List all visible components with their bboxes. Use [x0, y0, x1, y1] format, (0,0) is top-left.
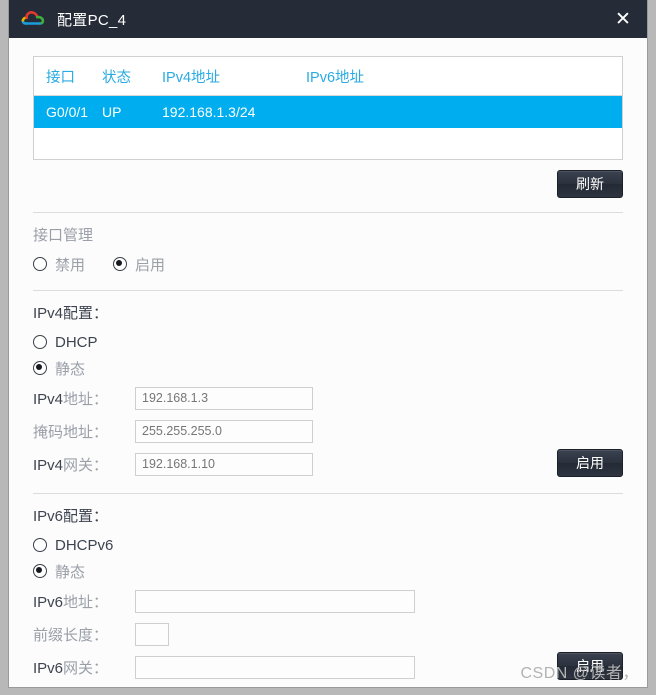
label-ipv4-gateway: IPv4网关：	[33, 456, 109, 474]
column-header-interface: 接口	[46, 69, 75, 86]
ipv4-gateway-input[interactable]	[135, 452, 313, 476]
dialog-body: 接口 状态 IPv4地址 IPv6地址 G0/0/1 UP 192.168.1.…	[9, 38, 647, 687]
radio-circle-icon	[33, 538, 47, 552]
label-ipv4-address: IPv4地址：	[33, 390, 109, 408]
radio-circle-selected-icon	[33, 564, 47, 578]
radio-circle-selected-icon	[33, 361, 47, 375]
radio-ipv4-static[interactable]: 静态	[33, 358, 85, 379]
ipv4-mode-static-row: 静态	[33, 356, 623, 380]
title-bar: 配置PC_4 ✕	[9, 0, 647, 38]
ipv4-address-row: IPv4地址：	[33, 383, 623, 413]
radio-circle-icon	[33, 335, 47, 349]
refresh-button[interactable]: 刷新	[557, 170, 623, 198]
radio-interface-enable[interactable]: 启用	[113, 254, 165, 275]
radio-ipv6-dhcpv6[interactable]: DHCPv6	[33, 537, 113, 554]
window-title: 配置PC_4	[57, 11, 127, 29]
label-ipv6-prefix: 前缀长度：	[33, 626, 109, 644]
radio-label-ipv6-static: 静态	[55, 563, 86, 581]
interface-table: 接口 状态 IPv4地址 IPv6地址 G0/0/1 UP 192.168.1.…	[33, 56, 623, 160]
divider-ipv4	[33, 290, 623, 291]
table-row[interactable]: G0/0/1 UP 192.168.1.3/24	[34, 96, 622, 128]
divider-interface-admin	[33, 212, 623, 213]
column-header-state: 状态	[102, 69, 131, 86]
radio-interface-disable[interactable]: 禁用	[33, 254, 85, 275]
ipv6-mode-static-row: 静态	[33, 559, 623, 583]
ipv6-prefix-input[interactable]	[135, 622, 169, 646]
table-row-empty	[34, 128, 622, 159]
cell-ipv4: 192.168.1.3/24	[162, 104, 256, 120]
radio-circle-selected-icon	[113, 257, 128, 271]
radio-ipv4-dhcp[interactable]: DHCP	[33, 334, 98, 351]
cell-interface: G0/0/1	[46, 104, 89, 120]
ipv6-gateway-row: IPv6网关： 启用	[33, 652, 623, 682]
cell-state: UP	[102, 104, 122, 120]
radio-label-ipv4-dhcp: DHCP	[55, 333, 98, 351]
ipv6-address-input[interactable]	[135, 589, 415, 613]
ipv4-apply-button[interactable]: 启用	[557, 449, 623, 477]
section-title-ipv6: IPv6配置：	[33, 508, 109, 525]
close-icon[interactable]: ✕	[599, 0, 647, 38]
ipv6-address-row: IPv6地址：	[33, 586, 623, 616]
radio-ipv6-static[interactable]: 静态	[33, 561, 85, 582]
ipv4-mask-input[interactable]	[135, 419, 313, 443]
column-header-ipv6: IPv6地址	[306, 69, 365, 86]
section-title-ipv4: IPv4配置：	[33, 305, 109, 322]
radio-label-ipv4-static: 静态	[55, 360, 86, 378]
column-header-ipv4: IPv4地址	[162, 69, 221, 86]
table-header-row: 接口 状态 IPv4地址 IPv6地址	[34, 57, 622, 96]
ipv6-gateway-input[interactable]	[135, 655, 415, 679]
interface-admin-radio-group: 禁用 启用	[33, 252, 623, 276]
ipv4-gateway-row: IPv4网关： 启用	[33, 449, 623, 479]
ipv4-mode-dhcp-row: DHCP	[33, 330, 623, 354]
ipv4-address-input[interactable]	[135, 386, 313, 410]
radio-label-disable: 禁用	[55, 256, 86, 274]
cloud-icon	[21, 6, 47, 32]
ipv4-mask-row: 掩码地址：	[33, 416, 623, 446]
ipv6-prefix-row: 前缀长度：	[33, 619, 623, 649]
ipv6-apply-button[interactable]: 启用	[557, 652, 623, 680]
config-dialog: 配置PC_4 ✕ 接口 状态 IPv4地址 IPv6地址 G0/0/1 UP 1…	[8, 0, 648, 688]
label-ipv6-address: IPv6地址：	[33, 593, 109, 611]
section-title-interface-admin: 接口管理	[33, 227, 94, 244]
radio-circle-icon	[33, 257, 47, 271]
label-ipv4-mask: 掩码地址：	[33, 423, 109, 441]
radio-label-enable: 启用	[135, 256, 166, 274]
label-ipv6-gateway: IPv6网关：	[33, 659, 109, 677]
radio-label-ipv6-dhcpv6: DHCPv6	[55, 536, 114, 554]
refresh-row: 刷新	[33, 170, 623, 198]
ipv6-mode-dhcp-row: DHCPv6	[33, 533, 623, 557]
divider-ipv6	[33, 493, 623, 494]
